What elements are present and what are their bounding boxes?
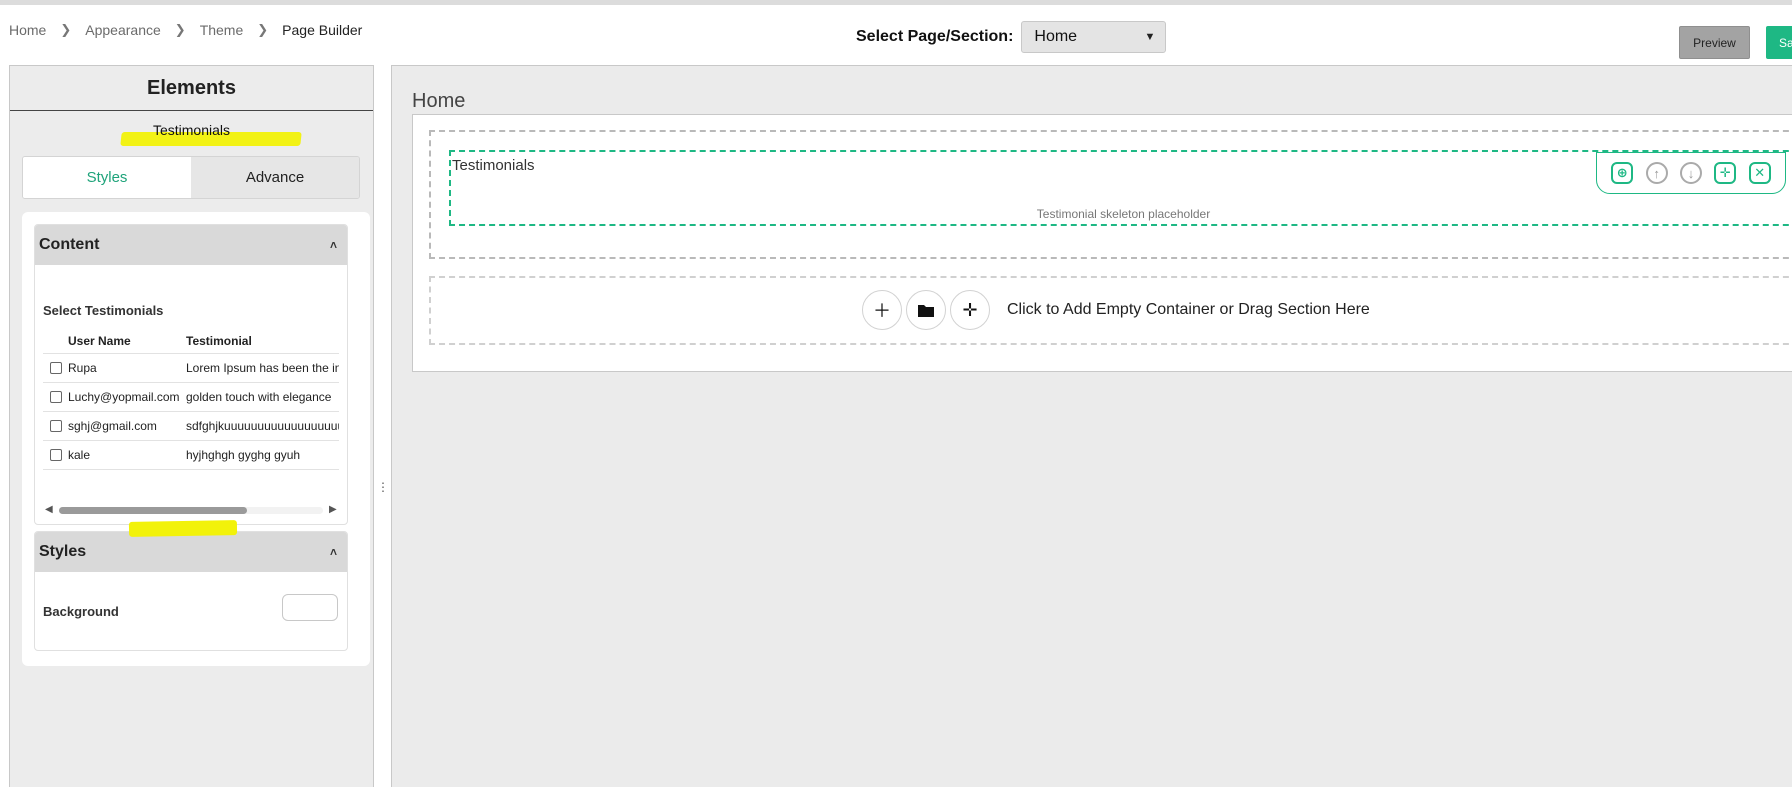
folder-icon[interactable]	[906, 290, 946, 330]
canvas-body: Testimonials Testimonial skeleton placeh…	[412, 114, 1792, 372]
page-select-group: Select Page/Section: Home ▼	[856, 21, 1167, 53]
row-user: sghj@gmail.com	[68, 411, 186, 441]
duplicate-icon[interactable]: ⊕	[1611, 162, 1634, 184]
content-section-title: Content	[39, 236, 100, 253]
page-select-value: Home	[1034, 28, 1078, 45]
top-strip	[0, 0, 1792, 5]
elements-panel: Elements Testimonials Styles Advance Con…	[9, 65, 374, 787]
builder-canvas: Home Testimonials Testimonial skeleton p…	[391, 65, 1792, 787]
selected-element-name: Testimonials	[152, 122, 231, 138]
panel-tabs: Styles Advance	[22, 156, 360, 199]
content-section: Content ˄ Select Testimonials User Name …	[34, 224, 348, 525]
page-select-dropdown[interactable]: Home ▼	[1021, 21, 1167, 53]
skeleton-placeholder: Testimonial skeleton placeholder	[1036, 207, 1211, 221]
testimonials-block-title: Testimonials	[452, 157, 535, 174]
breadcrumb-theme[interactable]: Theme	[200, 22, 244, 38]
plus-icon[interactable]: ＋	[862, 290, 902, 330]
chevron-right-icon: ❯	[60, 22, 72, 37]
content-section-header[interactable]: Content ˄	[35, 225, 347, 265]
styles-section-title: Styles	[39, 543, 87, 560]
table-header-user: User Name	[68, 329, 186, 354]
page-select-label: Select Page/Section:	[856, 28, 1014, 45]
styles-section: Styles ˄ Background	[34, 531, 348, 651]
breadcrumb-home[interactable]: Home	[9, 22, 46, 38]
settings-card: Content ˄ Select Testimonials User Name …	[22, 212, 370, 666]
add-container-text: Click to Add Empty Container or Drag Sec…	[1007, 301, 1370, 318]
row-testimonial: golden touch with elegance	[186, 382, 339, 412]
row-testimonial: Lorem Ipsum has been the in	[186, 353, 339, 383]
breadcrumb-appearance[interactable]: Appearance	[85, 22, 161, 38]
styles-section-header[interactable]: Styles ˄	[35, 532, 347, 572]
panel-title: Elements	[10, 66, 373, 111]
chevron-right-icon: ❯	[174, 22, 186, 37]
add-buttons: ＋ ✛	[862, 290, 994, 330]
select-testimonials-label: Select Testimonials	[43, 303, 164, 318]
move-up-icon[interactable]: ↑	[1645, 162, 1668, 184]
table-row: sghj@gmail.com sdfghjkuuuuuuuuuuuuuuuuuu	[43, 411, 339, 441]
block-toolbar: ⊕ ↑ ↓ ✛ ✕	[1596, 152, 1786, 194]
chevron-down-icon: ▼	[1144, 31, 1156, 43]
breadcrumb: Home ❯ Appearance ❯ Theme ❯ Page Builder	[9, 22, 362, 38]
table-header-select	[43, 329, 68, 354]
close-icon[interactable]: ✕	[1748, 162, 1771, 184]
table-row: Rupa Lorem Ipsum has been the in	[43, 353, 339, 383]
testimonials-block[interactable]: Testimonials Testimonial skeleton placeh…	[449, 150, 1792, 226]
row-checkbox[interactable]	[49, 391, 62, 404]
chevron-right-icon: ❯	[257, 22, 269, 37]
panel-resize-handle-icon[interactable]: ⋮	[377, 480, 389, 494]
add-container-zone[interactable]: ＋ ✛ Click to Add Empty Container or Drag…	[429, 276, 1792, 345]
breadcrumb-page-builder: Page Builder	[282, 22, 363, 38]
table-row: kale hyjhghgh gyghg gyuh	[43, 440, 339, 470]
scroll-left-arrow-icon[interactable]: ◀	[45, 504, 53, 515]
preview-button[interactable]: Preview	[1679, 26, 1750, 59]
tab-advance[interactable]: Advance	[191, 157, 359, 198]
section-container[interactable]: Testimonials Testimonial skeleton placeh…	[429, 130, 1792, 259]
table-header-testimonial: Testimonial	[186, 329, 339, 354]
testimonials-table: User Name Testimonial Rupa Lorem Ipsum h…	[43, 329, 339, 470]
move-down-icon[interactable]: ↓	[1679, 162, 1702, 184]
drag-icon[interactable]: ✛	[1714, 162, 1737, 184]
row-testimonial: hyjhghgh gyghg gyuh	[186, 440, 339, 470]
row-testimonial: sdfghjkuuuuuuuuuuuuuuuuuu	[186, 411, 339, 441]
table-row: Luchy@yopmail.com golden touch with eleg…	[43, 382, 339, 412]
row-checkbox[interactable]	[49, 449, 62, 462]
scrollbar-thumb[interactable]	[59, 507, 247, 514]
row-user: Rupa	[68, 353, 186, 383]
row-checkbox[interactable]	[49, 362, 62, 375]
chevron-up-icon: ˄	[329, 545, 337, 559]
row-checkbox[interactable]	[49, 420, 62, 433]
background-color-picker[interactable]	[282, 594, 338, 621]
table-header-row: User Name Testimonial	[43, 329, 339, 354]
highlight-mark	[128, 520, 238, 537]
background-label: Background	[43, 604, 119, 619]
move-icon[interactable]: ✛	[950, 290, 990, 330]
row-user: Luchy@yopmail.com	[68, 382, 186, 412]
chevron-up-icon: ˄	[329, 238, 337, 252]
table-horizontal-scrollbar[interactable]: ◀ ▶	[43, 504, 341, 516]
scroll-right-arrow-icon[interactable]: ▶	[329, 504, 337, 515]
save-button[interactable]: Save	[1766, 26, 1792, 59]
row-user: kale	[68, 440, 186, 470]
canvas-title: Home	[412, 90, 466, 112]
tab-styles[interactable]: Styles	[23, 157, 191, 198]
